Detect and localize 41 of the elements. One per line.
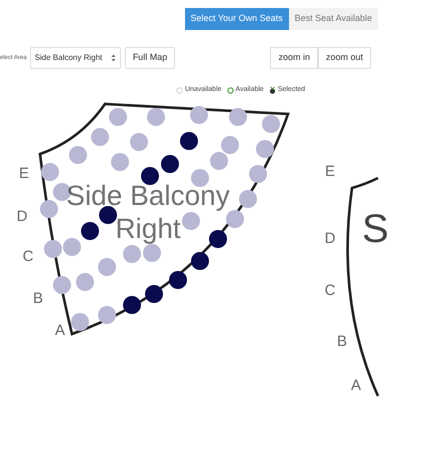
seat[interactable] (169, 270, 187, 288)
seat[interactable] (147, 108, 165, 126)
mode-tab[interactable]: Best Seat Available (288, 8, 378, 30)
row-label: B (337, 332, 347, 350)
row-label: D (16, 208, 28, 224)
row-label: C (324, 282, 336, 298)
zoom-in-button[interactable]: zoom in (270, 47, 318, 69)
hollow-circle-icon (226, 86, 234, 94)
seat[interactable] (229, 108, 247, 126)
zoom-out-button[interactable]: zoom out (318, 47, 371, 69)
row-label: A (351, 376, 361, 394)
row-label: D (324, 230, 336, 246)
seat[interactable] (239, 190, 257, 208)
area-select[interactable]: Side Balcony Right (30, 47, 121, 69)
hollow-circle-icon (176, 86, 183, 94)
seat[interactable] (81, 222, 99, 240)
seat[interactable] (98, 306, 116, 324)
seat[interactable] (71, 312, 89, 330)
full-map-button[interactable]: Full Map (124, 47, 176, 69)
row-label: B (33, 290, 43, 306)
row-label: C (22, 248, 34, 264)
seat[interactable] (161, 154, 179, 172)
seat[interactable] (99, 206, 117, 224)
seat[interactable] (226, 210, 244, 228)
seat[interactable] (145, 284, 163, 302)
seat[interactable] (191, 252, 209, 270)
select-arrows-icon (110, 54, 116, 62)
seat[interactable] (209, 230, 227, 248)
section-name: Side Balcony (66, 180, 230, 210)
person-icon (268, 86, 276, 94)
row-label: E (19, 164, 29, 182)
seat[interactable] (190, 106, 208, 124)
seat[interactable] (141, 166, 159, 184)
section-name: S (362, 206, 389, 250)
row-label: A (55, 322, 65, 338)
seat[interactable] (41, 162, 59, 180)
section-name: Right (115, 212, 181, 244)
seat[interactable] (123, 296, 141, 314)
row-label: E (325, 162, 335, 180)
seat[interactable] (249, 164, 267, 182)
seat[interactable] (180, 132, 198, 150)
